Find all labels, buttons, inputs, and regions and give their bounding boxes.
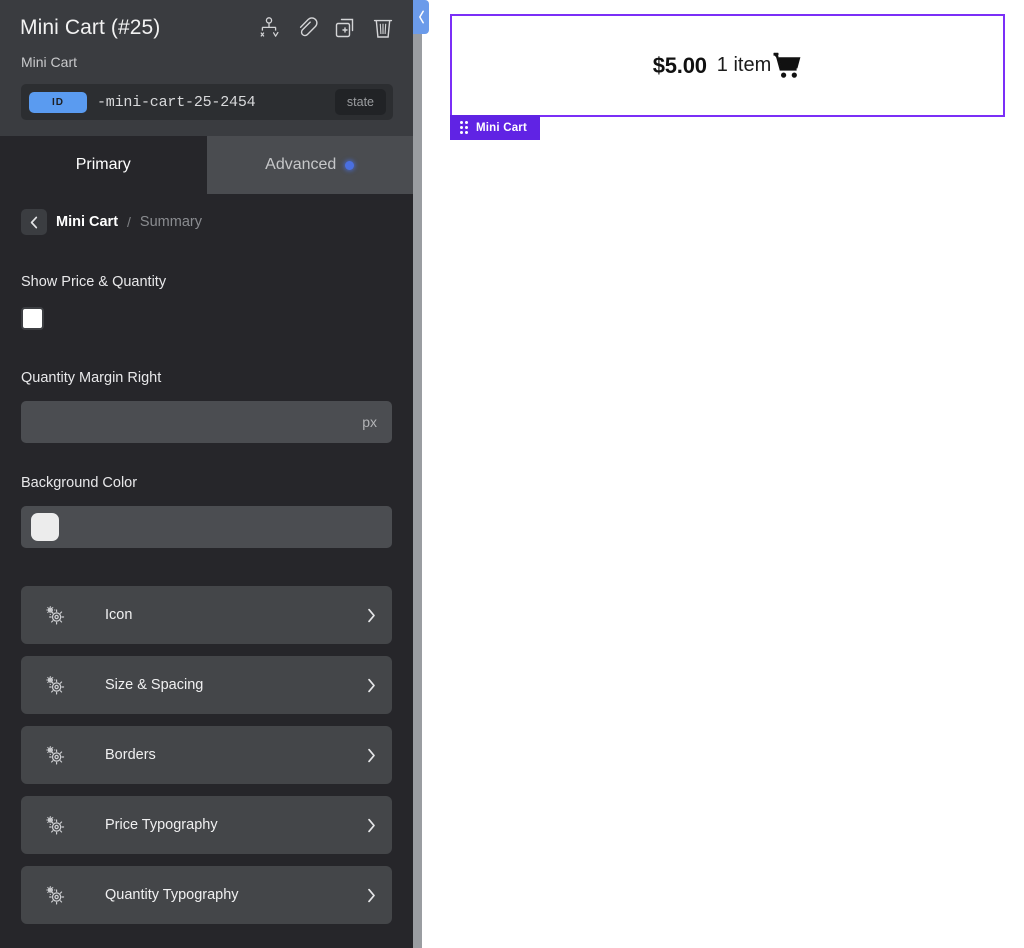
navigator-icon[interactable]	[257, 15, 281, 41]
mini-cart-content: $5.00 1 item	[653, 52, 803, 79]
section-row-quantity-typography[interactable]: Quantity Typography	[21, 866, 392, 924]
preview-canvas: $5.00 1 item Mini Cart	[423, 0, 1024, 948]
section-row-label: Borders	[105, 747, 156, 763]
panel-header: Mini Cart (#25) Mini Cart ID -mini-cart-…	[0, 0, 413, 136]
background-color-label: Background Color	[21, 475, 138, 491]
section-row-label: Icon	[105, 607, 133, 623]
quantity-margin-right-label: Quantity Margin Right	[21, 370, 162, 386]
element-id-row: ID -mini-cart-25-2454 state	[21, 84, 393, 120]
id-badge[interactable]: ID	[29, 91, 87, 113]
page-title: Mini Cart (#25)	[20, 16, 161, 39]
tab-primary[interactable]: Primary	[0, 136, 207, 194]
gear-icon	[35, 744, 75, 766]
widget-label-text: Mini Cart	[476, 121, 527, 134]
section-row-borders[interactable]: Borders	[21, 726, 392, 784]
shopping-cart-icon	[772, 52, 802, 79]
panel-subtitle: Mini Cart	[21, 54, 78, 70]
show-price-quantity-checkbox[interactable]	[21, 307, 44, 330]
drag-handle-icon[interactable]	[460, 121, 468, 134]
tab-advanced[interactable]: Advanced	[206, 136, 413, 194]
background-color-swatch[interactable]	[31, 513, 59, 541]
section-row-size-spacing[interactable]: Size & Spacing	[21, 656, 392, 714]
section-list: Icon Size & Spacing Borders Price Typograph…	[0, 586, 413, 924]
gear-icon	[35, 674, 75, 696]
tab-primary-label: Primary	[75, 156, 131, 173]
background-color-field[interactable]	[21, 506, 392, 548]
duplicate-icon[interactable]	[333, 15, 357, 41]
editor-panel: Mini Cart (#25) Mini Cart ID -mini-cart-…	[0, 0, 413, 948]
breadcrumb-current[interactable]: Mini Cart	[56, 214, 118, 230]
chevron-right-icon	[367, 818, 376, 833]
quantity-margin-right-unit: px	[362, 414, 377, 430]
gear-icon	[35, 604, 75, 626]
chevron-right-icon	[367, 608, 376, 623]
section-row-label: Size & Spacing	[105, 677, 204, 693]
chevron-right-icon	[367, 888, 376, 903]
gear-icon	[35, 814, 75, 836]
header-icon-group	[257, 15, 395, 41]
cart-quantity: 1 item	[716, 54, 772, 76]
breadcrumb: Mini Cart / Summary	[0, 194, 413, 236]
breadcrumb-back-button[interactable]	[21, 209, 47, 235]
chevron-left-icon	[30, 216, 38, 228]
tab-advanced-indicator-dot	[345, 160, 355, 170]
control-quantity-margin-right: Quantity Margin Right px	[0, 370, 413, 443]
control-background-color: Background Color	[0, 475, 413, 548]
delete-icon[interactable]	[371, 15, 395, 41]
section-row-label: Quantity Typography	[105, 887, 239, 903]
element-id-value[interactable]: -mini-cart-25-2454	[97, 94, 325, 111]
state-chip[interactable]: state	[334, 89, 386, 115]
widget-label-badge[interactable]: Mini Cart	[450, 115, 540, 140]
mini-cart-widget[interactable]: $5.00 1 item	[450, 14, 1005, 117]
tab-bar: Primary Advanced	[0, 136, 413, 194]
gear-icon	[35, 884, 75, 906]
chevron-right-icon	[367, 678, 376, 693]
section-row-icon[interactable]: Icon	[21, 586, 392, 644]
chevron-right-icon	[367, 748, 376, 763]
link-icon[interactable]	[295, 15, 319, 41]
section-row-price-typography[interactable]: Price Typography	[21, 796, 392, 854]
panel-header-top: Mini Cart (#25)	[0, 0, 413, 48]
tab-advanced-label: Advanced	[265, 156, 337, 173]
control-show-price-quantity: Show Price & Quantity	[0, 274, 413, 330]
breadcrumb-sub: Summary	[139, 214, 202, 230]
panel-collapse-handle[interactable]	[413, 0, 429, 34]
chevron-left-icon	[418, 10, 424, 24]
breadcrumb-separator: /	[127, 214, 131, 230]
panel-scrollbar-thumb[interactable]	[413, 0, 422, 948]
show-price-quantity-label: Show Price & Quantity	[21, 274, 167, 290]
cart-price: $5.00	[652, 52, 707, 78]
quantity-margin-right-input[interactable]: px	[21, 401, 392, 443]
section-row-label: Price Typography	[105, 817, 218, 833]
